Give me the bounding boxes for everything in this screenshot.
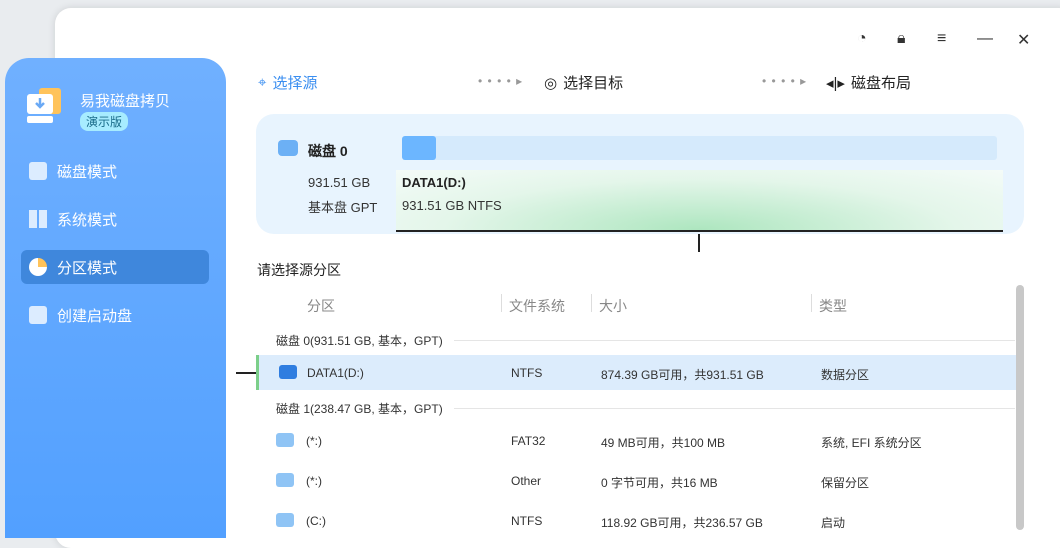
step-disk-layout[interactable]: ◂|▸ 磁盘布局 <box>826 72 911 93</box>
sidebar-item-label: 系统模式 <box>57 211 118 229</box>
hdd-icon <box>279 365 297 379</box>
add-disk-icon <box>29 306 47 324</box>
disk-group-label: 磁盘 0(931.51 GB, 基本，GPT) <box>276 334 443 348</box>
partition-size: 49 MB可用，共100 MB <box>601 436 726 450</box>
partition-type: 系统, EFI 系统分区 <box>821 436 922 450</box>
pie-chart-icon <box>29 258 47 276</box>
search-disk-icon: ◎ <box>544 74 558 92</box>
step-label: 选择目标 <box>563 75 624 92</box>
step-label: 磁盘布局 <box>850 75 911 92</box>
disk-card: 磁盘 0 931.51 GB 基本盘 GPT DATA1(D:) 931.51 … <box>256 114 1024 234</box>
table-row[interactable]: (*:) FAT32 49 MB可用，共100 MB 系统, EFI 系统分区 <box>256 423 1016 458</box>
sidebar-item-label: 分区模式 <box>57 259 118 277</box>
partition-size: 874.39 GB可用，共931.51 GB <box>601 368 764 382</box>
sidebar-item-disk-mode[interactable]: 磁盘模式 <box>21 154 209 188</box>
column-header[interactable]: 类型 <box>819 296 847 316</box>
partition-detail: 931.51 GB NTFS <box>402 198 502 213</box>
file-system: Other <box>511 474 542 488</box>
windows-icon <box>29 210 47 228</box>
partition-name: DATA1(D:) <box>307 366 364 380</box>
section-title: 请选择源分区 <box>257 262 341 278</box>
sidebar-item-label: 创建启动盘 <box>57 307 133 325</box>
sidebar-item-partition-mode[interactable]: 分区模式 <box>21 250 209 284</box>
file-system: NTFS <box>511 514 543 528</box>
table-row[interactable]: (*:) Other 0 字节可用，共16 MB 保留分区 <box>256 463 1016 498</box>
step-connector: • • • • ▸ <box>478 74 524 88</box>
hdd-icon <box>278 140 298 156</box>
step-label: 选择源 <box>272 75 318 92</box>
menu-icon[interactable]: ≡ <box>937 30 946 48</box>
disk-type: 基本盘 GPT <box>308 200 378 215</box>
partition-size: 0 字节可用，共16 MB <box>601 476 718 490</box>
column-header[interactable]: 文件系统 <box>509 296 565 316</box>
sidebar-item-system-mode[interactable]: 系统模式 <box>21 202 209 236</box>
file-system: NTFS <box>511 366 543 380</box>
sidebar-item-label: 磁盘模式 <box>57 163 118 181</box>
hdd-icon <box>276 513 294 527</box>
divider <box>811 294 812 312</box>
disk-usage-bar <box>402 136 997 160</box>
partition-name: DATA1(D:) <box>402 175 466 190</box>
layout-icon: ◂|▸ <box>826 74 845 92</box>
step-select-target[interactable]: ◎ 选择目标 <box>544 72 623 93</box>
table-row[interactable]: DATA1(D:) NTFS 874.39 GB可用，共931.51 GB 数据… <box>256 355 1016 390</box>
scrollbar[interactable] <box>1016 285 1024 530</box>
sidebar-item-create-boot-disk[interactable]: 创建启动盘 <box>21 298 209 332</box>
table-row[interactable]: (C:) NTFS 118.92 GB可用，共236.57 GB 启动 <box>256 503 1016 538</box>
disk-name: 磁盘 0 <box>308 143 348 159</box>
sidebar: 易我磁盘拷贝 演示版 磁盘模式 系统模式 分区模式 创建启动盘 <box>5 58 226 538</box>
minimize-icon[interactable]: — <box>977 30 993 48</box>
step-connector: • • • • ▸ <box>762 74 808 88</box>
app-name: 易我磁盘拷贝 <box>80 93 171 110</box>
connector-line <box>698 234 700 252</box>
disk-size: 931.51 GB <box>308 175 371 190</box>
partition-type: 保留分区 <box>821 476 870 490</box>
partition-name: (*:) <box>306 434 322 448</box>
disk-icon <box>29 162 47 180</box>
lock-icon[interactable]: 🔒︎ <box>897 30 906 48</box>
divider <box>454 408 1015 409</box>
file-system: FAT32 <box>511 434 546 448</box>
partition-block[interactable]: DATA1(D:) 931.51 GB NTFS <box>396 170 1003 232</box>
column-header[interactable]: 大小 <box>599 296 627 316</box>
target-icon: ⌖ <box>258 74 267 91</box>
column-header[interactable]: 分区 <box>307 296 335 316</box>
used-fill <box>402 136 436 160</box>
close-icon[interactable]: ✕ <box>1017 30 1030 50</box>
partition-name: (C:) <box>306 514 326 528</box>
app-logo-icon <box>27 88 61 123</box>
divider <box>501 294 502 312</box>
partition-type: 启动 <box>821 516 846 530</box>
partition-type: 数据分区 <box>821 368 870 382</box>
hdd-icon <box>276 473 294 487</box>
step-select-source[interactable]: ⌖ 选择源 <box>258 72 317 93</box>
feedback-icon[interactable]: ◔ <box>857 30 867 48</box>
partition-size: 118.92 GB可用，共236.57 GB <box>601 516 763 530</box>
hdd-icon <box>276 433 294 447</box>
disk-group-label: 磁盘 1(238.47 GB, 基本，GPT) <box>276 402 443 416</box>
partition-name: (*:) <box>306 474 322 488</box>
divider <box>591 294 592 312</box>
divider <box>454 340 1015 341</box>
connector-line <box>236 372 256 374</box>
demo-badge: 演示版 <box>80 112 129 131</box>
